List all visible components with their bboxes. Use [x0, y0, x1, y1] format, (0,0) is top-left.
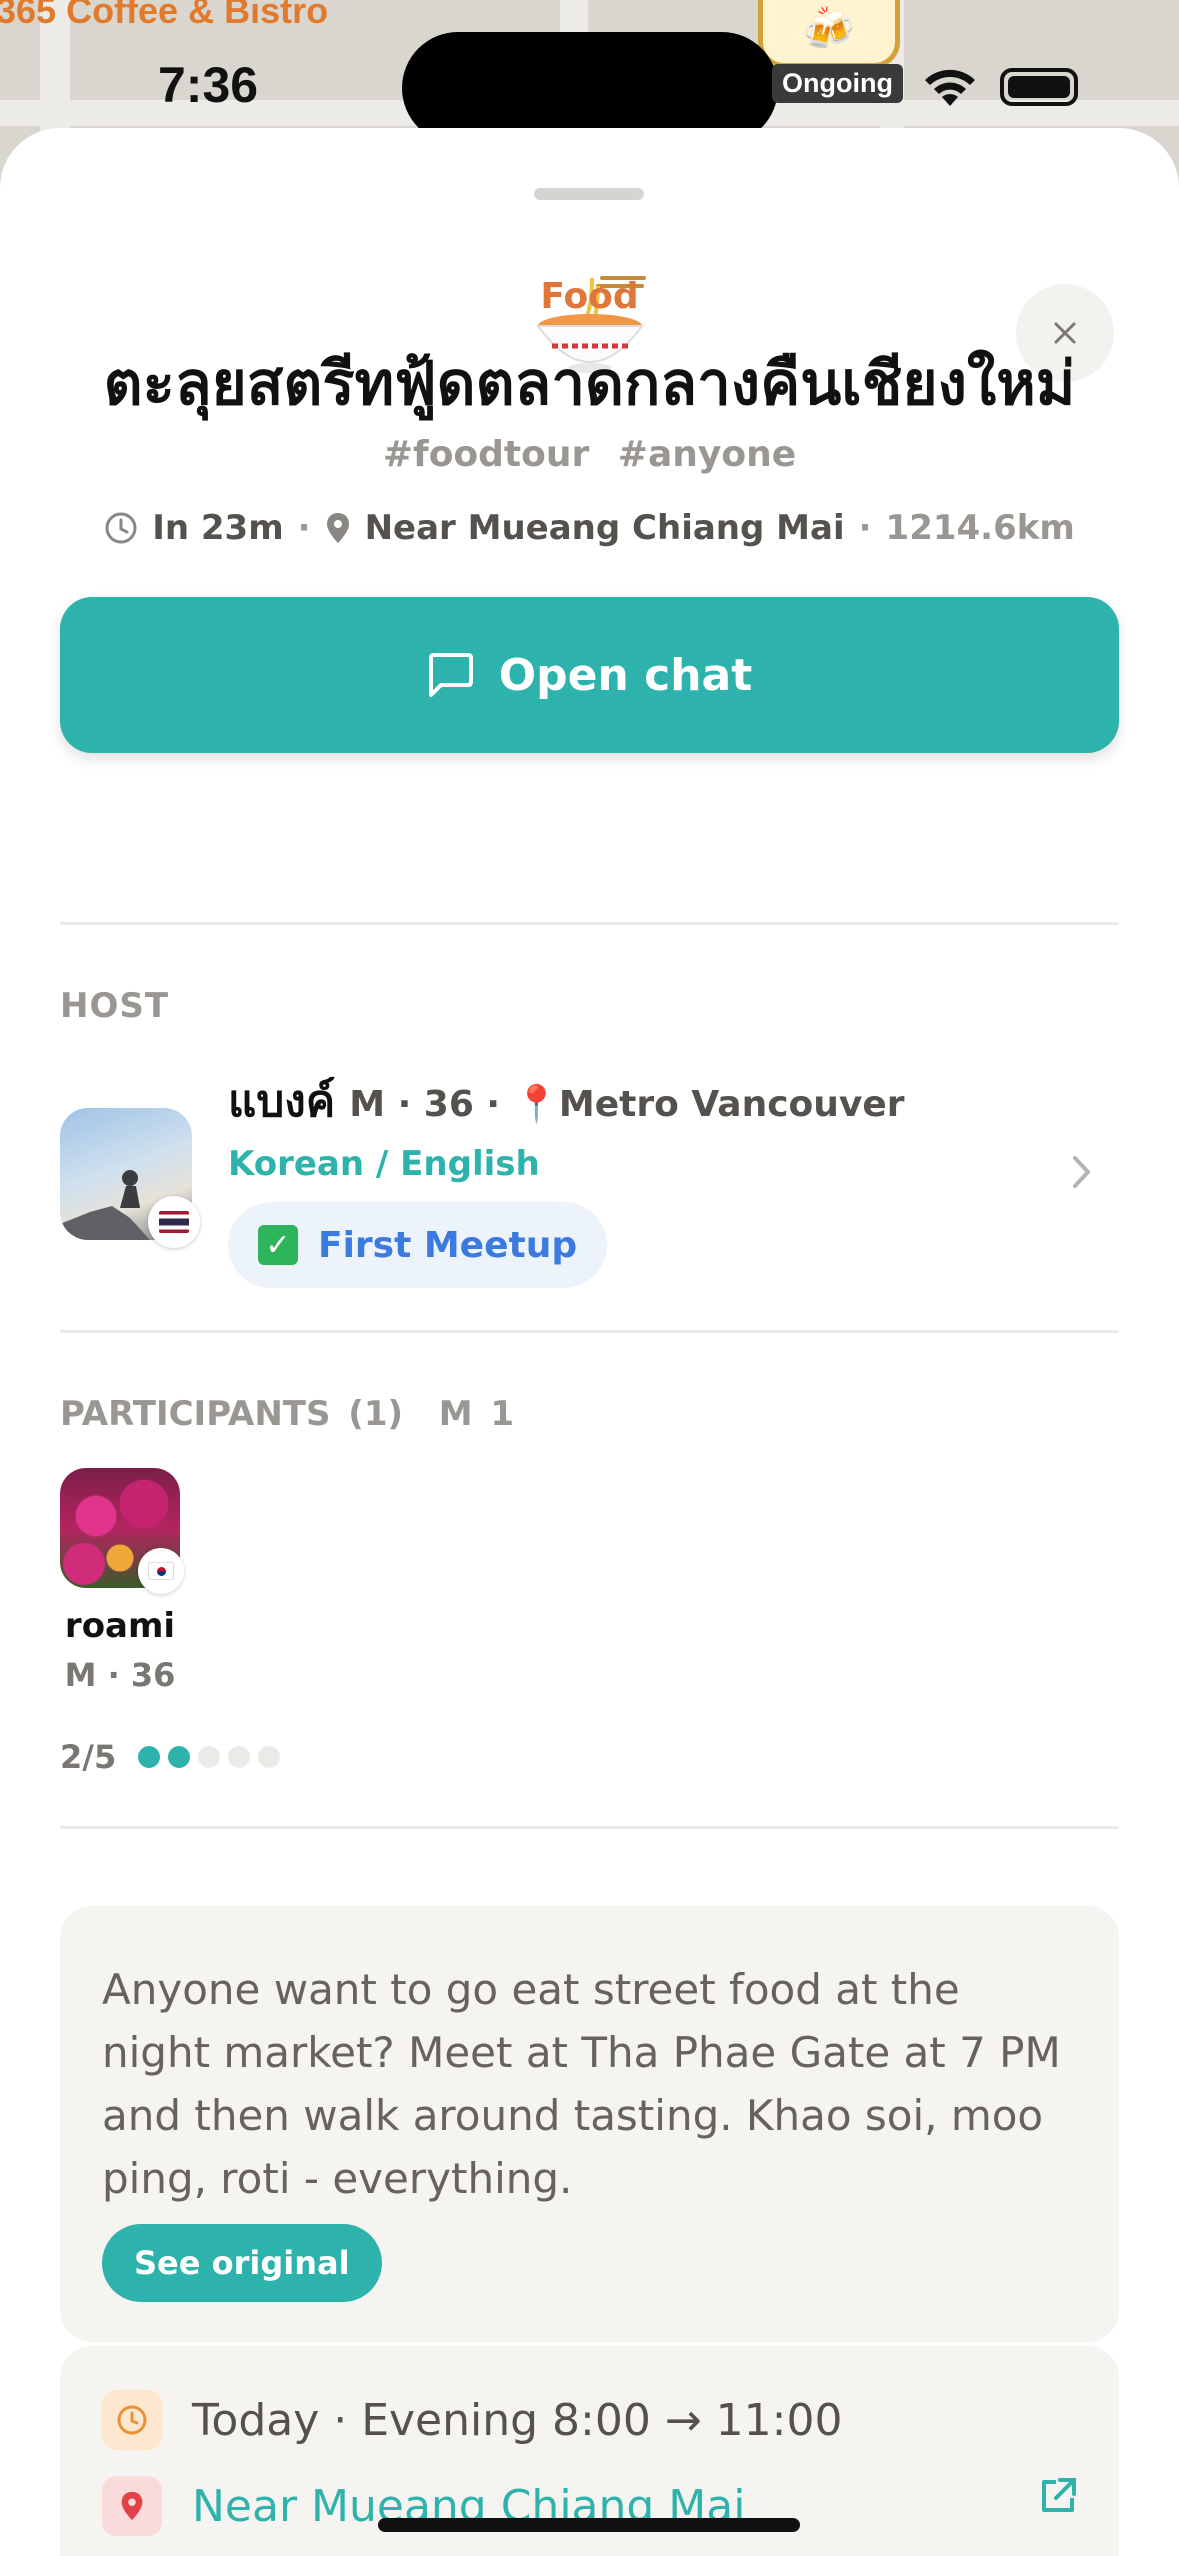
external-link-icon[interactable] — [1038, 2476, 1078, 2516]
participants-section-label: PARTICIPANTS (1) M 1 — [60, 1394, 515, 1434]
capacity-indicator: 2/5 — [60, 1738, 281, 1776]
capacity-text: 2/5 — [60, 1738, 117, 1776]
location-pin-icon — [102, 2476, 162, 2536]
event-meta-row: In 23m · Near Mueang Chiang Mai · 1214.6… — [0, 508, 1179, 548]
divider — [60, 1330, 1119, 1333]
location-pin-icon — [326, 513, 349, 543]
capacity-dot — [168, 1746, 191, 1768]
check-icon: ✓ — [258, 1225, 298, 1265]
host-gender-age: M · 36 · — [349, 1084, 501, 1125]
host-info-line[interactable]: แบงค์ M · 36 · 📍Metro Vancouver — [228, 1066, 905, 1136]
participant-gender-age: M · 36 — [64, 1656, 176, 1694]
chat-bubble-icon — [428, 653, 473, 697]
divider — [60, 1826, 1119, 1829]
event-time-until: In 23m — [152, 508, 284, 548]
round-pin-icon: 📍 — [514, 1084, 559, 1125]
map-place-label[interactable]: 365 Coffee & Bistro — [0, 0, 328, 32]
wifi-icon — [925, 69, 975, 106]
host-location: 📍Metro Vancouver — [514, 1084, 905, 1125]
details-time: Today · Evening 8:00 → 11:00 — [192, 2394, 843, 2446]
event-category: Food — [540, 276, 639, 317]
host-section-label: HOST — [60, 986, 170, 1026]
chevron-right-icon[interactable] — [1070, 1152, 1094, 1192]
host-languages: Korean / English — [228, 1144, 540, 1184]
open-chat-button[interactable]: Open chat — [60, 597, 1119, 753]
beer-icon: 🍻 — [802, 4, 856, 53]
status-time: 7:36 — [158, 57, 259, 113]
map-event-pin[interactable]: 🍻 — [758, 0, 900, 68]
event-location[interactable]: Near Mueang Chiang Mai — [365, 508, 845, 548]
capacity-dot — [228, 1746, 251, 1768]
participant-flag-korea — [138, 1548, 184, 1594]
ongoing-label: Ongoing — [772, 64, 903, 103]
capacity-dots — [138, 1746, 281, 1768]
see-original-button[interactable]: See original — [102, 2224, 382, 2302]
description-card: Anyone want to go eat street food at the… — [60, 1906, 1119, 2342]
capacity-dot — [198, 1746, 221, 1768]
event-tags: #foodtour #anyone — [382, 434, 797, 475]
host-name: แบงค์ — [228, 1076, 336, 1127]
first-meetup-badge: ✓ First Meetup — [228, 1202, 608, 1288]
event-title: ตะลุยสตรีทฟู้ดตลาดกลางคืนเชียงใหม่ — [103, 349, 1076, 419]
battery-icon — [1000, 68, 1078, 106]
capacity-dot — [258, 1746, 281, 1768]
event-distance: 1214.6km — [885, 508, 1075, 548]
home-indicator[interactable] — [378, 2518, 800, 2532]
divider — [60, 922, 1119, 925]
host-flag-thailand — [148, 1196, 200, 1248]
sheet-grabber[interactable] — [534, 188, 644, 200]
participants-gender-count: M 1 — [438, 1394, 515, 1434]
details-time-row: Today · Evening 8:00 → 11:00 — [102, 2390, 842, 2450]
participant-name[interactable]: roami — [60, 1606, 180, 1646]
capacity-dot — [138, 1746, 161, 1768]
clock-icon — [105, 512, 137, 544]
open-chat-label: Open chat — [498, 649, 753, 701]
separator-dot: · — [858, 508, 872, 548]
description-text: Anyone want to go eat street food at the… — [102, 1965, 1061, 2203]
separator-dot: · — [297, 508, 311, 548]
clock-icon — [102, 2390, 162, 2450]
badge-label: First Meetup — [318, 1224, 578, 1266]
